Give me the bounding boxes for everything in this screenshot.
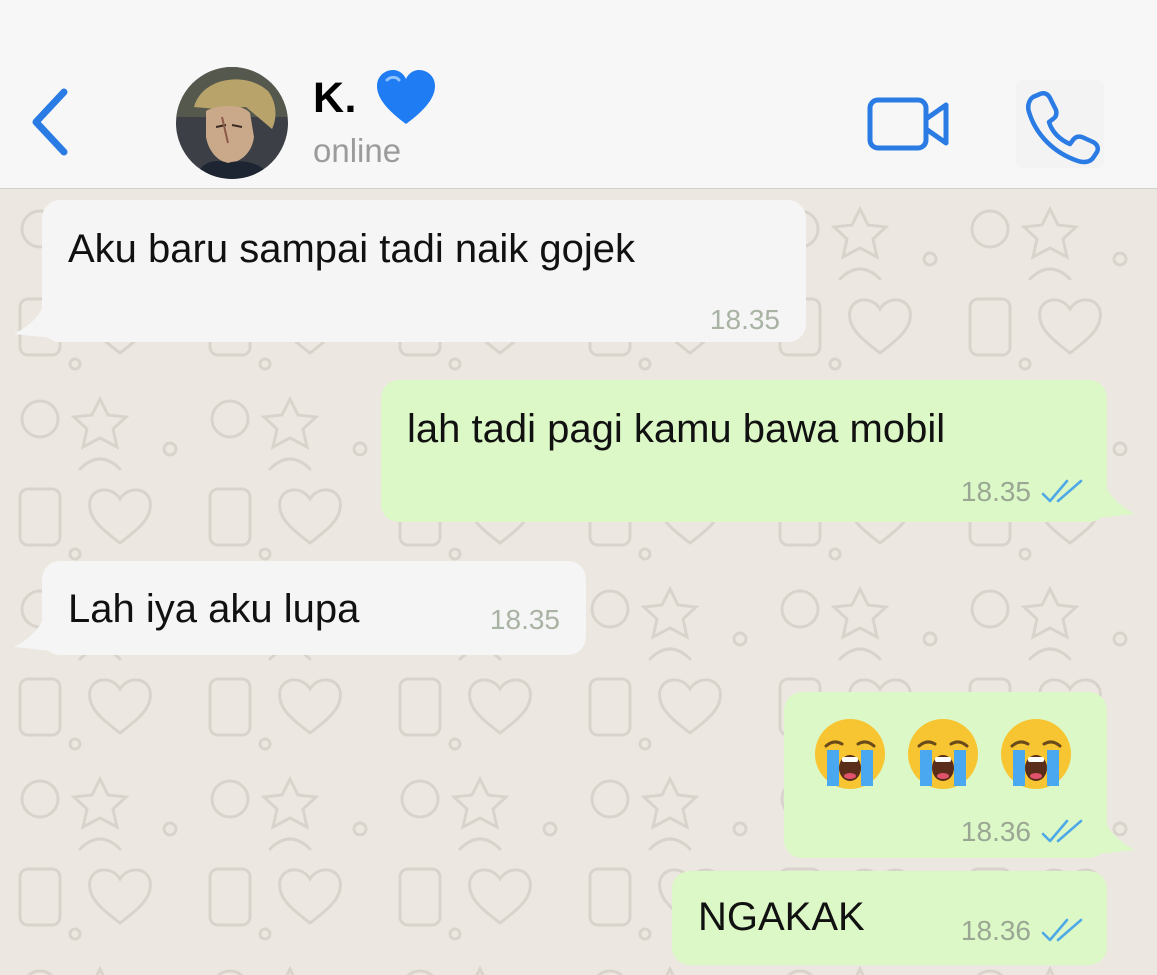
message-time: 18.35 (709, 304, 780, 335)
contact-title[interactable]: K. (313, 66, 437, 130)
message-bubble-incoming[interactable]: Lah iya aku lupa 18.35 (14, 561, 586, 655)
message-time: 18.36 (960, 816, 1031, 847)
bubble-tail (1097, 488, 1135, 518)
conversation[interactable]: Aku baru sampai tadi naik gojek 18.35 la… (0, 189, 1157, 975)
message-bubble-outgoing[interactable]: lah tadi pagi kamu bawa mobil 18.35 (381, 380, 1135, 522)
loudly-crying-face-emoji (815, 719, 885, 789)
double-check-icon (1041, 479, 1083, 503)
double-check-icon (1041, 918, 1083, 942)
message-time: 18.36 (960, 915, 1031, 946)
phone-icon[interactable] (1016, 80, 1104, 168)
message-bubble-incoming[interactable]: Aku baru sampai tadi naik gojek 18.35 (14, 200, 806, 342)
blue-heart-emoji (377, 70, 435, 124)
chevron-left-icon[interactable] (26, 86, 74, 158)
contact-name: K. (313, 73, 357, 122)
avatar[interactable] (176, 67, 288, 179)
chat-header: K. online (0, 0, 1157, 189)
message-text: lah tadi pagi kamu bawa mobil (407, 407, 946, 451)
loudly-crying-face-emoji (1001, 719, 1071, 789)
message-time: 18.35 (960, 476, 1031, 507)
loudly-crying-face-emoji (908, 719, 978, 789)
message-time: 18.35 (489, 604, 560, 635)
contact-status: online (313, 132, 402, 169)
message-bubble-outgoing[interactable]: NGAKAK 18.36 (672, 871, 1107, 965)
bubble-tail (1097, 824, 1135, 854)
bubble-tail (14, 621, 52, 651)
message-bubble-outgoing[interactable]: 18.36 (784, 692, 1135, 858)
message-text: Lah iya aku lupa (68, 587, 360, 631)
message-text: NGAKAK (698, 895, 865, 939)
message-text: Aku baru sampai tadi naik gojek (68, 227, 635, 271)
double-check-icon (1041, 819, 1083, 843)
bubble-tail (14, 308, 52, 338)
video-camera-icon[interactable] (866, 95, 952, 153)
